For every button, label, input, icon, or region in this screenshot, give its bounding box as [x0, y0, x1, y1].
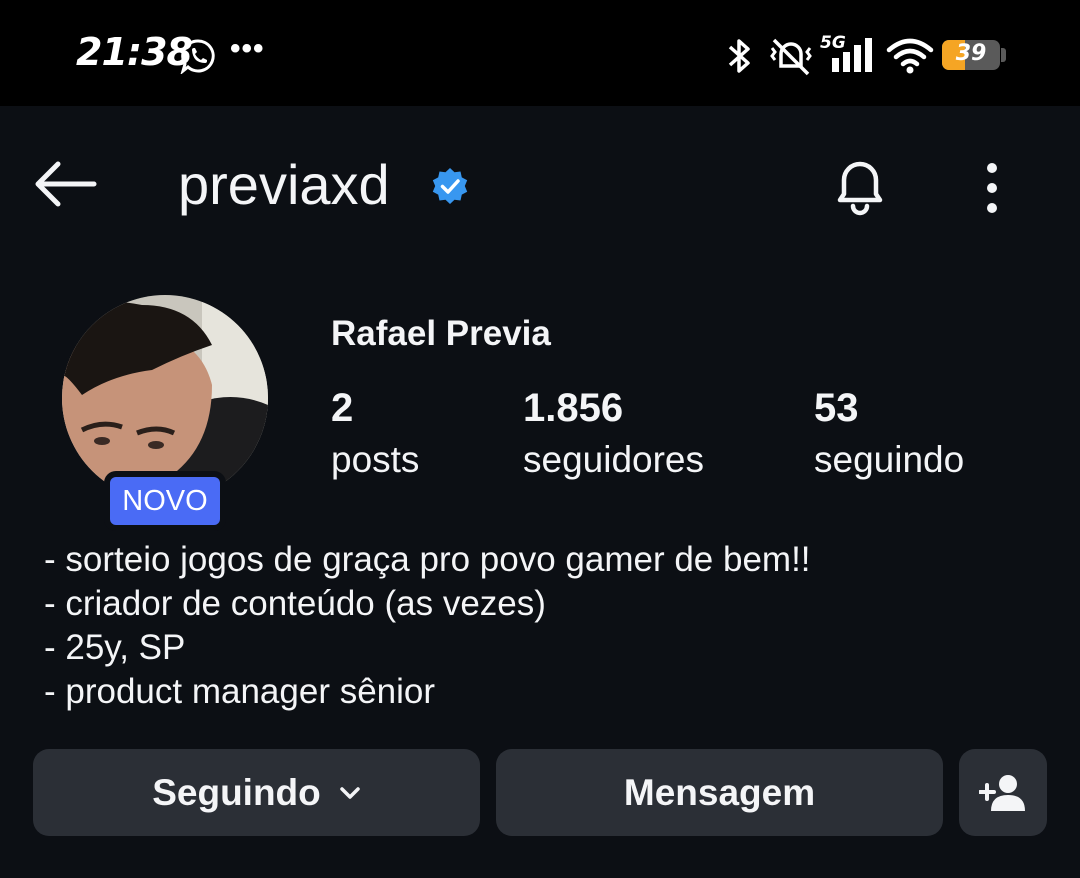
battery-level: 39	[955, 41, 987, 66]
following-button[interactable]: Seguindo	[33, 749, 480, 836]
more-vertical-icon[interactable]	[972, 158, 1012, 218]
stat-following-count: 53	[814, 386, 859, 430]
wifi-icon	[886, 38, 934, 74]
stat-followers-label: seguidores	[523, 439, 705, 480]
status-bar: 21:38 ••• 5G 39	[0, 0, 1080, 106]
svg-text:5G: 5G	[820, 33, 846, 53]
suggest-people-button[interactable]	[959, 749, 1047, 836]
5g-signal-icon: 5G	[820, 33, 872, 72]
stat-followers[interactable]: 1.856 seguidores	[523, 385, 704, 489]
bell-icon[interactable]	[826, 152, 894, 220]
stat-posts-count: 2	[331, 386, 354, 430]
profile-photo	[62, 295, 268, 501]
bio-line: - criador de conteúdo (as vezes)	[44, 584, 546, 623]
profile-header: previaxd	[0, 106, 1080, 262]
bio-line: - product manager sênior	[44, 672, 436, 711]
stat-followers-count: 1.856	[523, 386, 624, 430]
whatsapp-icon	[180, 39, 215, 74]
stat-posts[interactable]: 2 posts	[331, 385, 419, 489]
chevron-down-icon	[340, 786, 360, 799]
stat-following-label: seguindo	[814, 439, 965, 480]
battery-nub	[1001, 48, 1006, 62]
notification-overflow: •••	[230, 32, 265, 65]
bio-line: - sorteio jogos de graça pro povo gamer …	[44, 540, 811, 579]
stat-posts-label: posts	[331, 439, 420, 480]
profile-bio: - sorteio jogos de graça pro povo gamer …	[44, 538, 811, 714]
new-badge: NOVO	[110, 477, 220, 525]
battery-icon: 39	[942, 40, 1000, 70]
following-button-label: Seguindo	[152, 771, 321, 813]
vibrate-off-icon	[770, 38, 812, 76]
profile-full-name: Rafael Previa	[331, 314, 551, 353]
message-button[interactable]: Mensagem	[496, 749, 943, 836]
profile-photo-image	[62, 295, 268, 501]
profile-username: previaxd	[178, 153, 390, 216]
verified-badge-icon	[432, 168, 468, 204]
message-button-label: Mensagem	[623, 771, 816, 813]
back-arrow-icon[interactable]	[30, 158, 102, 210]
avatar[interactable]	[62, 295, 268, 501]
bio-line: - 25y, SP	[44, 628, 186, 667]
bluetooth-icon	[728, 39, 750, 73]
status-time: 21:38	[76, 30, 193, 74]
add-person-icon	[979, 774, 1025, 811]
stat-following[interactable]: 53 seguindo	[814, 385, 964, 489]
